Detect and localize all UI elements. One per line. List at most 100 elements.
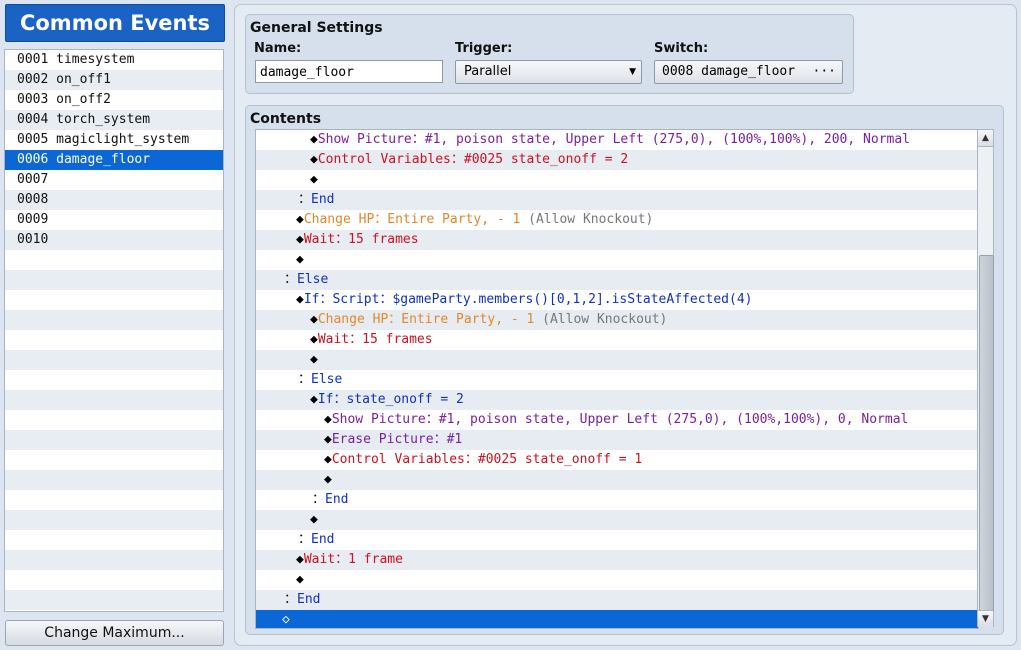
switch-value: 0008 damage_floor <box>662 64 796 79</box>
command-line[interactable]: ◆Change HP：Entire Party, - 1 (Allow Knoc… <box>256 310 978 330</box>
empty-list-row[interactable] <box>5 530 223 550</box>
diamond-icon: ◆ <box>310 512 318 527</box>
event-list-item[interactable]: 0005 magiclight_system <box>5 130 223 150</box>
command-text: Control Variables：#0025 state_onoff = 2 <box>317 152 629 167</box>
event-list-item[interactable]: 0003 on_off2 <box>5 90 223 110</box>
diamond-icon: ◆ <box>324 412 332 427</box>
command-text: (Allow Knockout) <box>542 312 668 327</box>
command-line[interactable]: ◆ <box>256 570 978 590</box>
arrow-up-icon[interactable]: ▲ <box>978 130 993 147</box>
diamond-icon: ◆ <box>324 452 332 467</box>
command-line[interactable]: ◆ <box>256 170 978 190</box>
command-line[interactable]: ：End <box>256 590 978 610</box>
event-id: 0005 <box>17 132 49 147</box>
trigger-select[interactable]: Parallel ▼ <box>455 60 642 84</box>
name-label: Name: <box>254 41 302 56</box>
command-line[interactable]: ◆Wait：15 frames <box>256 230 978 250</box>
event-id: 0001 <box>17 52 49 67</box>
command-line[interactable]: ◆Show Picture：#1, poison state, Upper Le… <box>256 410 978 430</box>
command-text: If：Script： <box>303 292 393 307</box>
event-list-item[interactable]: 0002 on_off1 <box>5 70 223 90</box>
empty-list-row[interactable] <box>5 350 223 370</box>
diamond-icon: ◆ <box>310 132 318 147</box>
event-list-item[interactable]: 0008 <box>5 190 223 210</box>
command-text: Show Picture：#1, poison state, Upper Lef… <box>331 412 909 427</box>
command-text: End <box>311 532 335 547</box>
event-id: 0007 <box>17 172 49 187</box>
empty-list-row[interactable] <box>5 390 223 410</box>
empty-list-row[interactable] <box>5 490 223 510</box>
empty-list-row[interactable] <box>5 330 223 350</box>
event-list-item[interactable]: 0001 timesystem <box>5 50 223 70</box>
empty-list-row[interactable] <box>5 450 223 470</box>
event-id: 0003 <box>17 92 49 107</box>
diamond-icon: ◆ <box>296 232 304 247</box>
command-line[interactable]: ◆Wait：1 frame <box>256 550 978 570</box>
event-name: on_off2 <box>56 92 111 107</box>
diamond-icon: ◆ <box>324 472 332 487</box>
command-line[interactable]: ：Else <box>256 370 978 390</box>
empty-list-row[interactable] <box>5 510 223 530</box>
diamond-icon: ◆ <box>296 552 304 567</box>
command-text: If：state_onoff = 2 <box>317 392 464 407</box>
command-text: Control Variables：#0025 state_onoff = 1 <box>331 452 643 467</box>
diamond-icon: ◆ <box>296 292 304 307</box>
command-text: Change HP：Entire Party, - 1 <box>317 312 543 327</box>
command-line[interactable]: ◆Control Variables：#0025 state_onoff = 2 <box>256 150 978 170</box>
command-list[interactable]: ◆Show Picture：#1, poison state, Upper Le… <box>255 129 979 629</box>
event-id: 0010 <box>17 232 49 247</box>
event-list-item[interactable]: 0007 <box>5 170 223 190</box>
command-text: End <box>325 492 349 507</box>
common-events-list[interactable]: 0001 timesystem 0002 on_off1 0003 on_off2 0… <box>4 49 224 612</box>
empty-list-row[interactable] <box>5 290 223 310</box>
empty-list-row[interactable] <box>5 470 223 490</box>
empty-list-row[interactable] <box>5 570 223 590</box>
diamond-icon: ◆ <box>310 312 318 327</box>
command-line[interactable]: ：Else <box>256 270 978 290</box>
command-line[interactable]: ◇ <box>256 610 978 628</box>
scrollbar-thumb[interactable] <box>979 255 994 612</box>
arrow-down-icon[interactable]: ▼ <box>978 610 993 627</box>
empty-list-row[interactable] <box>5 270 223 290</box>
diamond-icon: ◇ <box>282 612 290 627</box>
command-line[interactable]: ：End <box>256 530 978 550</box>
command-text: Wait：1 frame <box>303 552 403 567</box>
diamond-icon: ◆ <box>296 572 304 587</box>
empty-list-row[interactable] <box>5 410 223 430</box>
command-line[interactable]: ◆Erase Picture：#1 <box>256 430 978 450</box>
command-line[interactable]: ◆ <box>256 510 978 530</box>
name-input[interactable]: damage_floor <box>255 60 443 83</box>
command-line[interactable]: ：End <box>256 490 978 510</box>
empty-list-row[interactable] <box>5 310 223 330</box>
command-line[interactable]: ◆Wait：15 frames <box>256 330 978 350</box>
trigger-label: Trigger: <box>455 41 513 56</box>
event-list-item[interactable]: 0006 damage_floor <box>5 150 223 170</box>
event-list-item[interactable]: 0009 <box>5 210 223 230</box>
switch-field[interactable]: 0008 damage_floor ··· <box>654 60 843 84</box>
command-line[interactable]: ◆Control Variables：#0025 state_onoff = 1 <box>256 450 978 470</box>
empty-list-row[interactable] <box>5 370 223 390</box>
empty-list-row[interactable] <box>5 590 223 610</box>
command-line[interactable]: ◆Show Picture：#1, poison state, Upper Le… <box>256 130 978 150</box>
branch-colon: ： <box>284 272 298 287</box>
command-line[interactable]: ◆ <box>256 250 978 270</box>
command-line[interactable]: ◆If：state_onoff = 2 <box>256 390 978 410</box>
branch-colon: ： <box>312 492 326 507</box>
command-line[interactable]: ◆ <box>256 350 978 370</box>
change-maximum-button[interactable]: Change Maximum... <box>5 620 224 646</box>
event-list-item[interactable]: 0010 <box>5 230 223 250</box>
event-name: torch_system <box>56 112 151 127</box>
command-line[interactable]: ◆Change HP：Entire Party, - 1 (Allow Knoc… <box>256 210 978 230</box>
command-line[interactable]: ：End <box>256 190 978 210</box>
branch-colon: ： <box>298 372 312 387</box>
empty-list-row[interactable] <box>5 250 223 270</box>
empty-list-row[interactable] <box>5 550 223 570</box>
diamond-icon: ◆ <box>324 432 332 447</box>
command-line[interactable]: ◆If：Script：$gameParty.members()[0,1,2].i… <box>256 290 978 310</box>
command-text: Show Picture：#1, poison state, Upper Lef… <box>317 132 911 147</box>
empty-list-row[interactable] <box>5 430 223 450</box>
command-line[interactable]: ◆ <box>256 470 978 490</box>
event-list-item[interactable]: 0004 torch_system <box>5 110 223 130</box>
switch-browse-button[interactable]: ··· <box>813 61 836 83</box>
diamond-icon: ◆ <box>310 152 318 167</box>
